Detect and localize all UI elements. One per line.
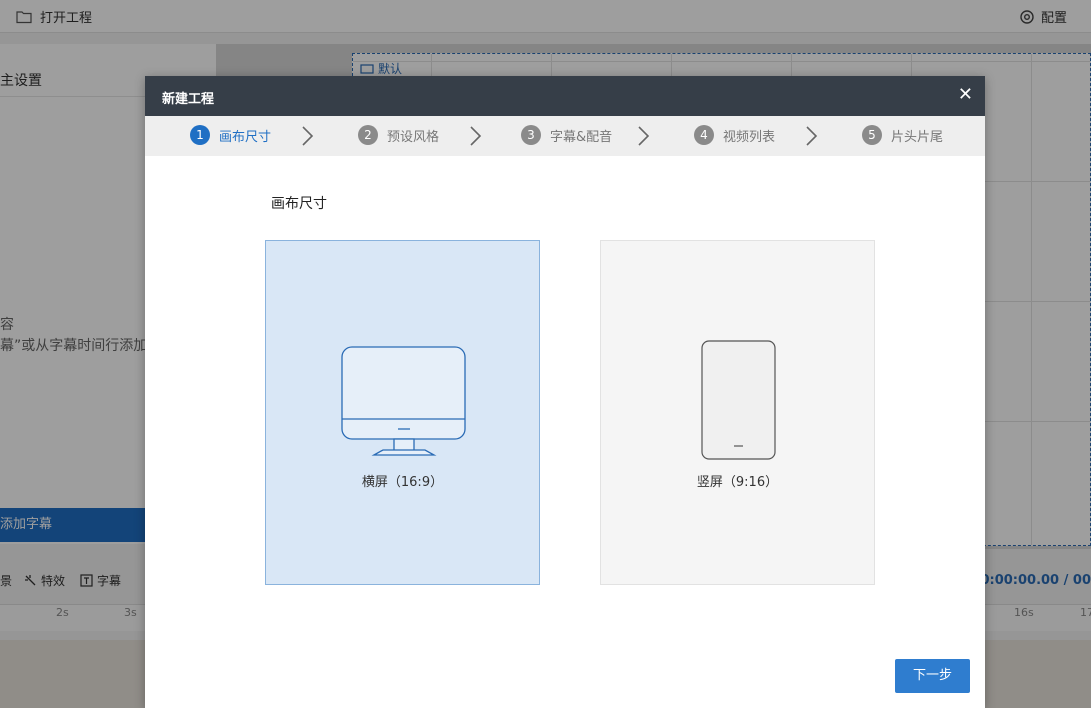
- close-icon[interactable]: ✕: [958, 84, 973, 106]
- step-label: 视频列表: [723, 129, 776, 145]
- step-number: 5: [862, 125, 882, 145]
- dialog-header: [145, 76, 985, 116]
- step-label: 画布尺寸: [219, 129, 272, 145]
- step-number: 3: [521, 125, 541, 145]
- step-number: 4: [694, 125, 714, 145]
- landscape-label: 横屏（16:9）: [361, 475, 444, 490]
- chevron-right-icon: [638, 126, 650, 146]
- chevron-right-icon: [470, 126, 482, 146]
- step-preset-style[interactable]: 2 预设风格: [358, 125, 439, 145]
- landscape-option-card[interactable]: 横屏（16:9）: [265, 240, 540, 585]
- phone-icon: [701, 340, 776, 460]
- step-video-list[interactable]: 4 视频列表: [694, 125, 775, 145]
- portrait-label: 竖屏（9:16）: [696, 475, 779, 490]
- new-project-dialog: 新建工程 ✕ 1 画布尺寸 2 预设风格 3 字幕&配音 4 视频列表 5 片头…: [145, 76, 985, 708]
- section-title: 画布尺寸: [271, 196, 327, 212]
- chevron-right-icon: [806, 126, 818, 146]
- step-label: 预设风格: [387, 129, 440, 145]
- portrait-option-card[interactable]: 竖屏（9:16）: [600, 240, 875, 585]
- step-intro-outro[interactable]: 5 片头片尾: [862, 125, 943, 145]
- chevron-right-icon: [302, 126, 314, 146]
- next-step-button[interactable]: 下一步: [895, 659, 970, 693]
- step-number: 1: [190, 125, 210, 145]
- step-label: 片头片尾: [891, 129, 944, 145]
- step-label: 字幕&配音: [550, 129, 613, 145]
- monitor-icon: [341, 346, 466, 456]
- dialog-title: 新建工程: [162, 92, 215, 107]
- step-number: 2: [358, 125, 378, 145]
- step-canvas-size[interactable]: 1 画布尺寸: [190, 125, 271, 145]
- step-subtitle-voice[interactable]: 3 字幕&配音: [521, 125, 612, 145]
